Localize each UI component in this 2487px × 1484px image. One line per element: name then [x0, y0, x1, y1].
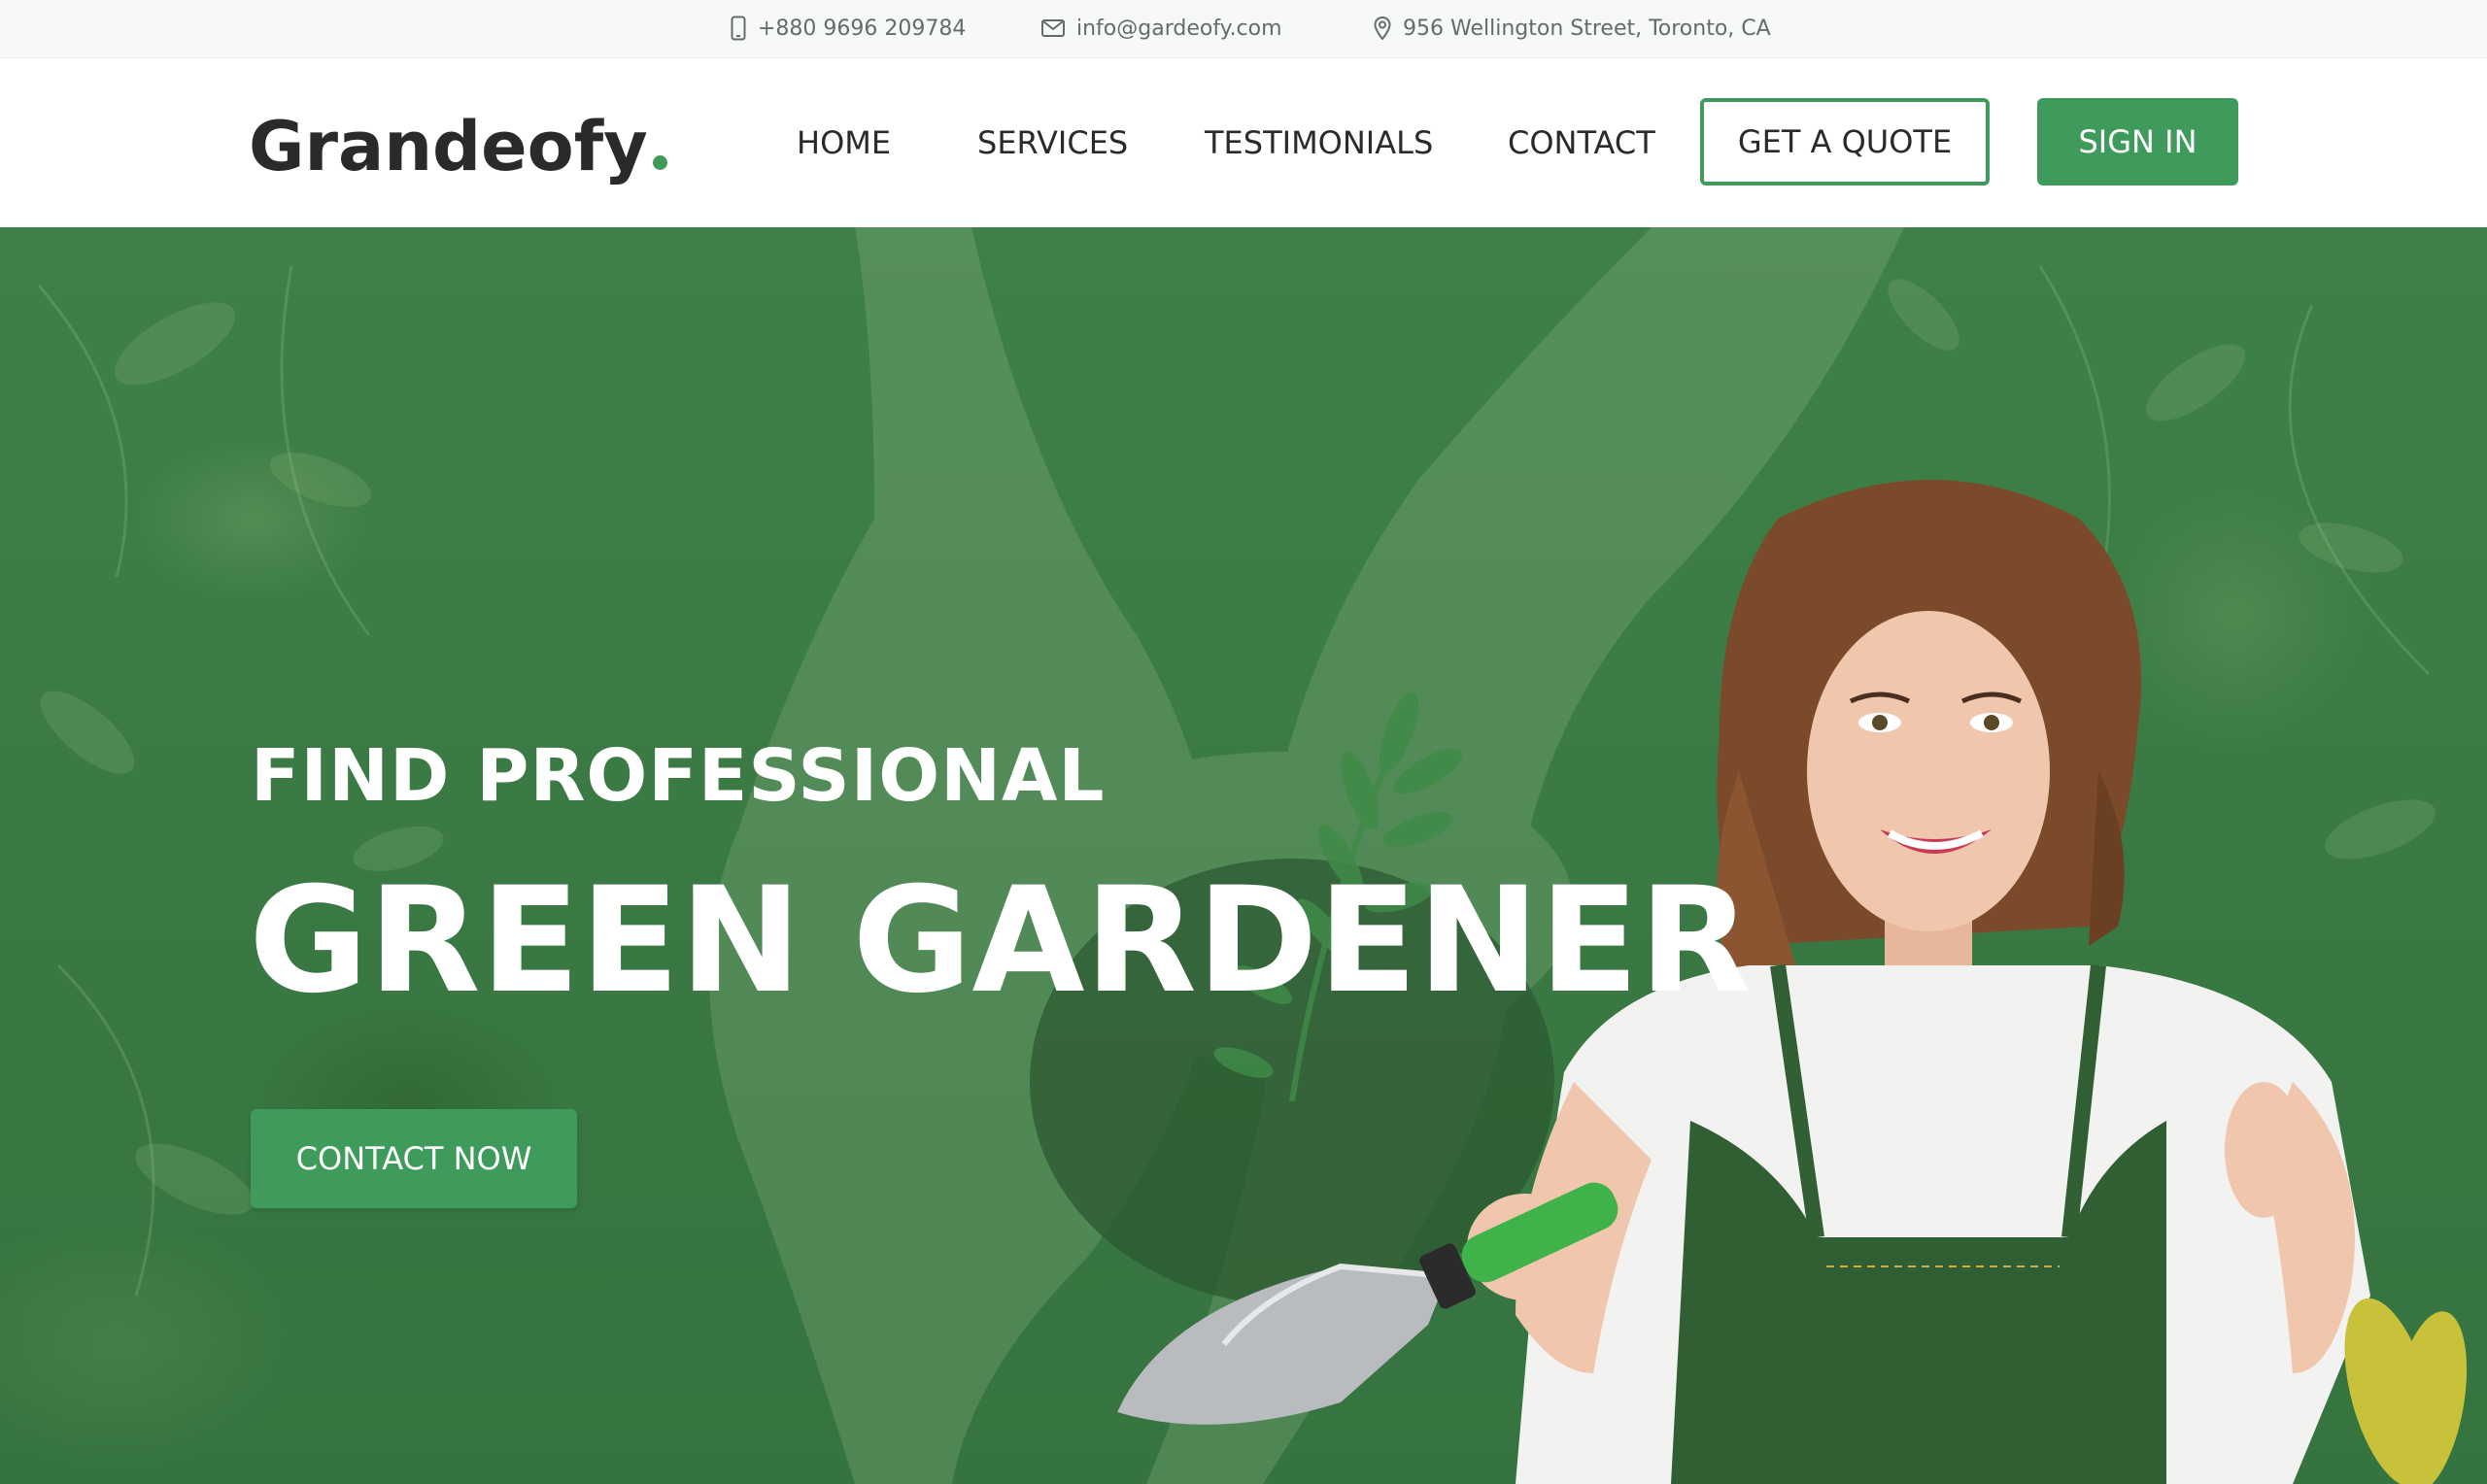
contact-now-button[interactable]: CONTACT NOW — [251, 1109, 577, 1208]
site-logo[interactable]: Grandeofy — [249, 107, 667, 186]
logo-text: Grandeofy — [249, 107, 648, 186]
map-pin-icon — [1374, 17, 1391, 40]
hero-section: FIND PROFESSIONAL GREEN GARDENER CONTACT… — [0, 227, 2487, 1484]
phone-text: +880 9696 209784 — [758, 16, 967, 41]
mobile-phone-icon — [731, 16, 746, 41]
nav-services[interactable]: SERVICES — [977, 118, 1128, 167]
site-header: Grandeofy HOME SERVICES TESTIMONIALS CON… — [0, 58, 2487, 227]
sign-in-button[interactable]: SIGN IN — [2037, 98, 2238, 186]
envelope-icon — [1041, 19, 1065, 37]
get-a-quote-button[interactable]: GET A QUOTE — [1700, 98, 1990, 186]
logo-dot — [652, 155, 667, 170]
hero-title: GREEN GARDENER — [249, 857, 1752, 1026]
contact-address: 956 Wellington Street, Toronto, CA — [1374, 0, 1771, 56]
hero-background-image — [37, 227, 2468, 1484]
nav-home[interactable]: HOME — [797, 118, 891, 167]
hero-subtitle: FIND PROFESSIONAL — [251, 734, 1106, 818]
nav-testimonials[interactable]: TESTIMONIALS — [1205, 118, 1433, 167]
contact-phone[interactable]: +880 9696 209784 — [731, 0, 966, 56]
nav-contact[interactable]: CONTACT — [1508, 118, 1655, 167]
address-text: 956 Wellington Street, Toronto, CA — [1403, 16, 1771, 41]
contact-email[interactable]: info@gardeofy.com — [1041, 0, 1282, 56]
top-info-bar: +880 9696 209784 info@gardeofy.com 956 W… — [0, 0, 2487, 58]
email-text: info@gardeofy.com — [1076, 16, 1282, 41]
